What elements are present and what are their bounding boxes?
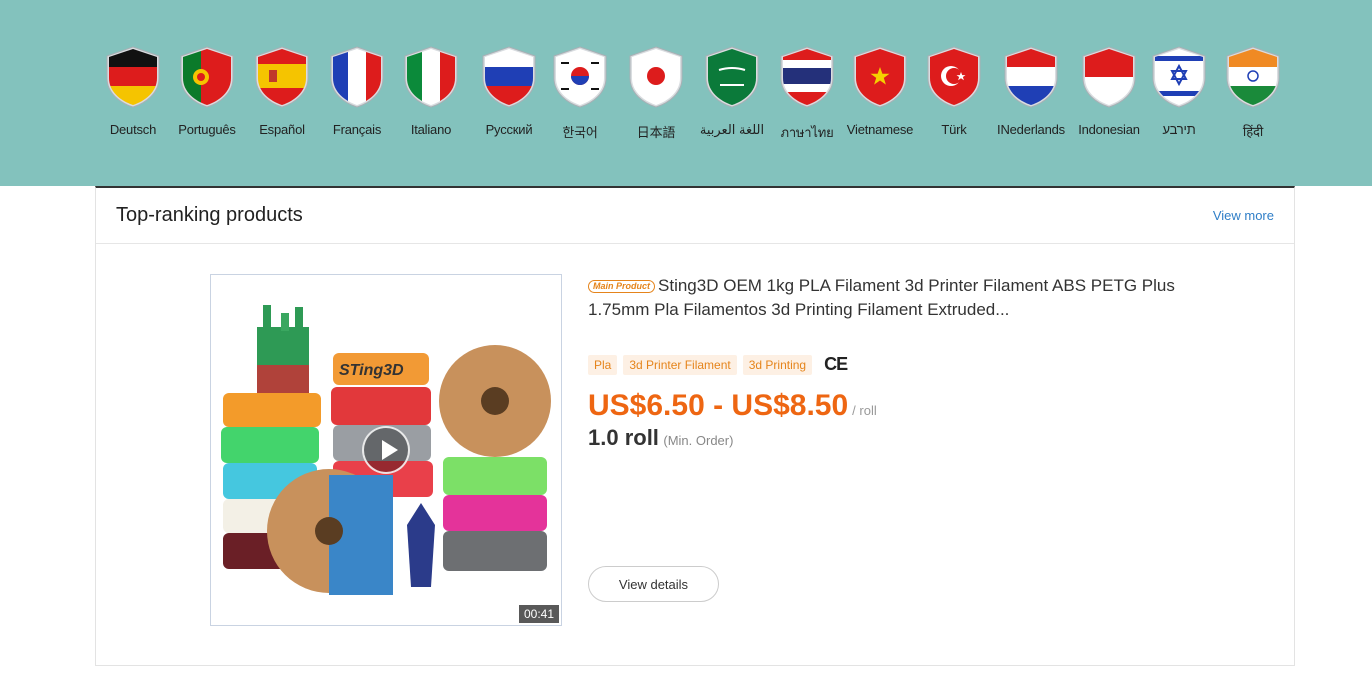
video-duration: 00:41 [518,605,559,623]
language-label: Pусский [485,122,533,137]
ce-certification-icon: CE [824,354,848,374]
product-video-thumbnail[interactable]: STing3D 00:41 [210,274,562,626]
language-vietnamese[interactable]: Vietnamese [842,46,918,137]
language-hebrew[interactable]: תירבע [1141,46,1217,137]
language-label: Español [259,122,305,137]
language-spanish[interactable]: Español [244,46,320,137]
view-more-link[interactable]: View more [1213,208,1274,223]
language-label: ภาษาไทย [780,125,834,140]
product-title-link[interactable]: Main Product Sting3D OEM 1kg PLA Filament… [588,274,1188,322]
japan-flag-icon [629,46,683,108]
top-ranking-panel: Top-ranking products View more STing3D 0… [95,186,1295,666]
language-label: Türk [941,122,967,137]
language-turkish[interactable]: Türk [916,46,992,137]
product-info: Main Product Sting3D OEM 1kg PLA Filament… [588,274,1188,451]
language-label: हिंदी [1242,124,1264,139]
france-flag-icon [330,46,384,108]
language-label: Português [178,122,236,137]
saudi-arabia-flag-icon [705,46,759,108]
indonesia-flag-icon [1082,46,1136,108]
spain-flag-icon [255,46,309,108]
section-title: Top-ranking products [116,204,303,226]
product-price: US$6.50 - US$8.50 [588,389,849,422]
price-row: US$6.50 - US$8.50/ roll [588,389,1188,423]
language-label: اللغة العربية [699,122,765,137]
language-hindi[interactable]: हिंदी [1215,46,1291,140]
language-label: Indonesian [1078,122,1140,137]
thailand-flag-icon [780,46,834,108]
russia-flag-icon [482,46,536,108]
language-label: תירבע [1162,122,1196,137]
price-unit: / roll [852,403,877,418]
korea-flag-icon [553,46,607,108]
language-label: 한국어 [562,125,598,140]
brand-logo-text: STing3D [339,362,404,379]
product-tags: Pla 3d Printer Filament 3d Printing CE [588,354,1188,375]
language-japanese[interactable]: 日本語 [618,46,694,141]
netherlands-flag-icon [1004,46,1058,108]
language-label: Deutsch [109,122,157,137]
language-label: Français [332,122,382,137]
main-product-badge: Main Product [588,280,656,293]
tag-3d-printing[interactable]: 3d Printing [742,354,813,375]
portugal-flag-icon [180,46,234,108]
india-flag-icon [1226,46,1280,108]
language-label: Italiano [410,122,452,137]
tag-3d-printer-filament[interactable]: 3d Printer Filament [623,354,737,375]
language-french[interactable]: Français [319,46,395,137]
language-german[interactable]: Deutsch [95,46,171,137]
italy-flag-icon [404,46,458,108]
play-video-icon[interactable] [362,426,410,474]
min-order-quantity: 1.0 roll [588,425,659,450]
view-details-button[interactable]: View details [588,566,719,602]
language-russian[interactable]: Pусский [471,46,547,137]
israel-flag-icon [1152,46,1206,108]
language-indonesian[interactable]: Indonesian [1071,46,1147,137]
language-italian[interactable]: Italiano [393,46,469,137]
min-order-label: (Min. Order) [663,433,734,448]
language-banner: Deutsch Português Español Français Itali… [0,0,1372,186]
language-portuguese[interactable]: Português [169,46,245,137]
language-label: 日本語 [636,125,676,140]
language-label: Vietnamese [846,122,914,137]
language-arabic[interactable]: اللغة العربية [694,46,770,138]
tag-pla[interactable]: Pla [588,354,618,375]
language-korean[interactable]: 한국어 [542,46,618,141]
moq-row: 1.0 roll (Min. Order) [588,425,1188,451]
language-thai[interactable]: ภาษาไทย [769,46,845,143]
germany-flag-icon [106,46,160,108]
panel-header: Top-ranking products View more [96,188,1294,244]
language-dutch[interactable]: INederlands [993,46,1069,137]
vietnam-flag-icon [853,46,907,108]
turkey-flag-icon [927,46,981,108]
product-title: Sting3D OEM 1kg PLA Filament 3d Printer … [588,276,1175,319]
language-label: INederlands [997,122,1065,137]
